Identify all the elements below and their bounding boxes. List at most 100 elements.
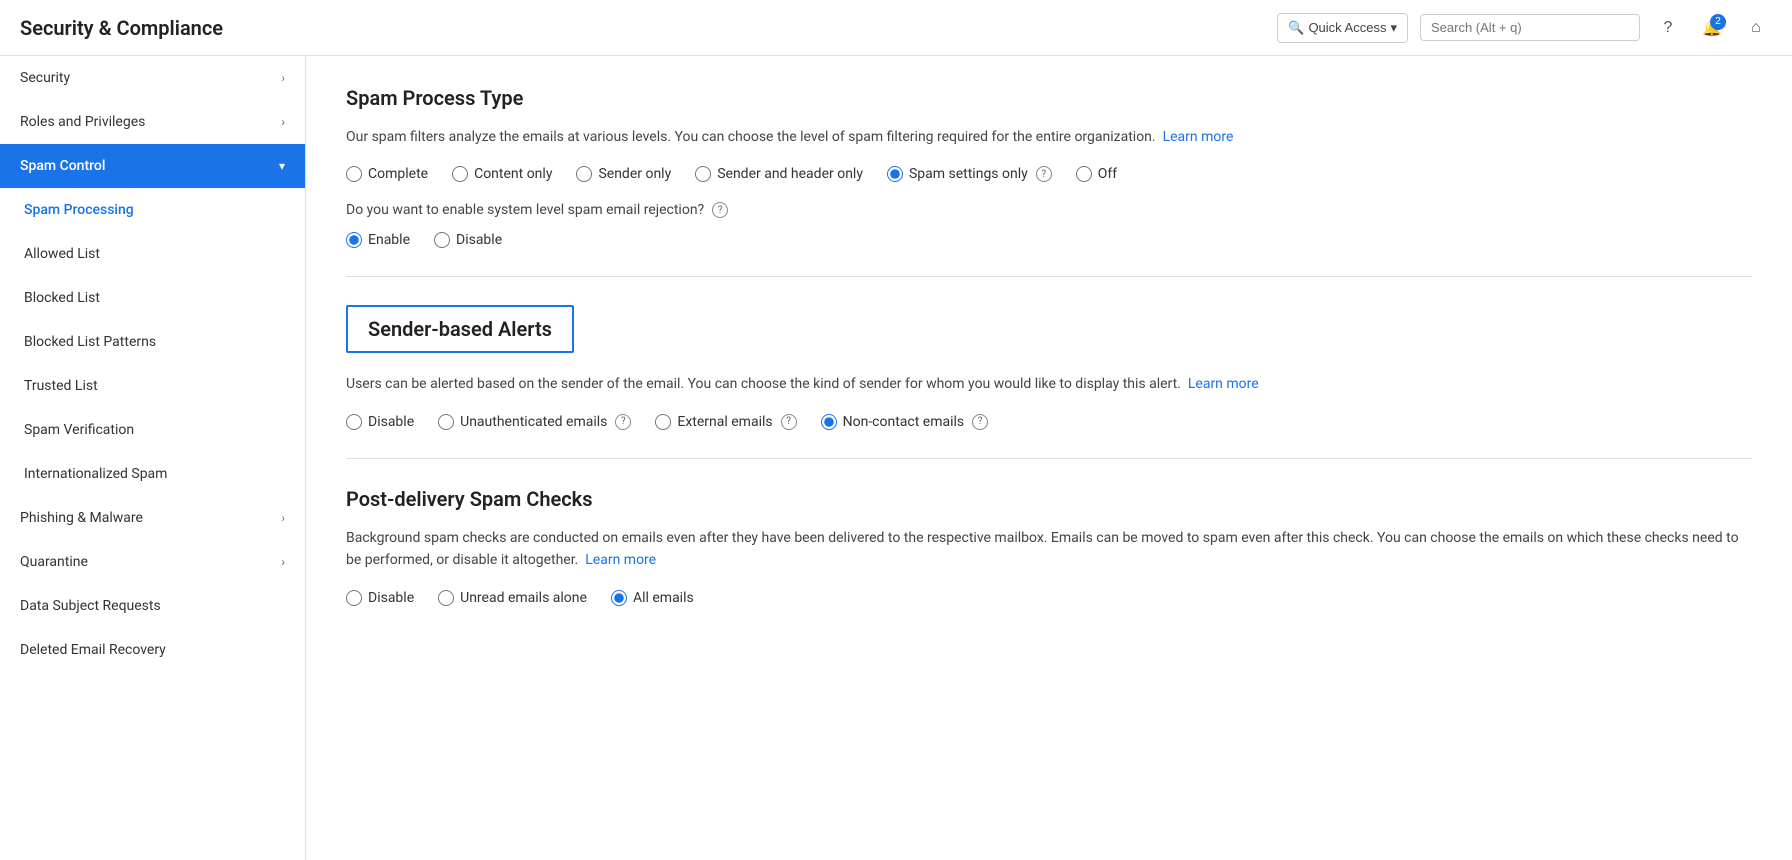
post-delivery-learn-more[interactable]: Learn more xyxy=(585,552,656,568)
topbar: Security & Compliance 🔍 Quick Access ▾ ?… xyxy=(0,0,1792,56)
radio-non-contact-input[interactable] xyxy=(821,414,837,430)
radio-unread-label: Unread emails alone xyxy=(460,590,587,606)
radio-external[interactable]: External emails ? xyxy=(655,414,796,430)
app-title: Security & Compliance xyxy=(20,16,223,40)
radio-content-only[interactable]: Content only xyxy=(452,166,552,182)
sender-alerts-desc: Users can be alerted based on the sender… xyxy=(346,373,1752,395)
radio-complete-input[interactable] xyxy=(346,166,362,182)
radio-off-input[interactable] xyxy=(1076,166,1092,182)
radio-content-only-label: Content only xyxy=(474,166,552,182)
sidebar-item-label: Spam Processing xyxy=(24,202,134,218)
radio-disable-alerts-label: Disable xyxy=(368,414,414,430)
radio-spam-settings[interactable]: Spam settings only ? xyxy=(887,166,1052,182)
radio-unauthenticated[interactable]: Unauthenticated emails ? xyxy=(438,414,631,430)
radio-sender-only[interactable]: Sender only xyxy=(576,166,671,182)
radio-complete-label: Complete xyxy=(368,166,428,182)
post-delivery-section: Post-delivery Spam Checks Background spa… xyxy=(346,487,1752,606)
spam-process-desc: Our spam filters analyze the emails at v… xyxy=(346,126,1752,148)
notification-badge: 2 xyxy=(1710,14,1726,30)
radio-disable-alerts[interactable]: Disable xyxy=(346,414,414,430)
sidebar-item-allowed-list[interactable]: Allowed List xyxy=(0,232,305,276)
post-delivery-options: Disable Unread emails alone All emails xyxy=(346,590,1752,606)
sidebar-item-label: Data Subject Requests xyxy=(20,598,161,614)
sidebar-item-trusted-list[interactable]: Trusted List xyxy=(0,364,305,408)
sidebar-item-phishing[interactable]: Phishing & Malware › xyxy=(0,496,305,540)
sidebar-item-label: Phishing & Malware xyxy=(20,510,143,526)
chevron-right-icon: › xyxy=(281,71,285,85)
radio-complete[interactable]: Complete xyxy=(346,166,428,182)
spam-settings-help-icon[interactable]: ? xyxy=(1036,166,1052,182)
radio-unauthenticated-input[interactable] xyxy=(438,414,454,430)
radio-enable-input[interactable] xyxy=(346,232,362,248)
radio-content-only-input[interactable] xyxy=(452,166,468,182)
topbar-right: 🔍 Quick Access ▾ ? 🔔 2 ⌂ xyxy=(1277,12,1772,44)
sidebar-item-blocked-list[interactable]: Blocked List xyxy=(0,276,305,320)
sidebar-item-security[interactable]: Security › xyxy=(0,56,305,100)
sidebar-item-internationalized-spam[interactable]: Internationalized Spam xyxy=(0,452,305,496)
sidebar-item-label: Trusted List xyxy=(24,378,98,394)
radio-external-input[interactable] xyxy=(655,414,671,430)
search-input[interactable] xyxy=(1431,20,1629,35)
radio-all-emails[interactable]: All emails xyxy=(611,590,694,606)
radio-disable-rej-label: Disable xyxy=(456,232,502,248)
sidebar-item-label: Allowed List xyxy=(24,246,100,262)
spam-process-options: Complete Content only Sender only Sender… xyxy=(346,166,1752,182)
radio-all-emails-input[interactable] xyxy=(611,590,627,606)
radio-disable-alerts-input[interactable] xyxy=(346,414,362,430)
radio-sender-header-label: Sender and header only xyxy=(717,166,863,182)
radio-spam-settings-label: Spam settings only xyxy=(909,166,1028,182)
radio-enable[interactable]: Enable xyxy=(346,232,410,248)
unauthenticated-help-icon[interactable]: ? xyxy=(615,414,631,430)
chevron-down-icon: ▾ xyxy=(279,159,285,173)
sidebar-item-blocked-list-patterns[interactable]: Blocked List Patterns xyxy=(0,320,305,364)
sidebar-item-spam-control[interactable]: Spam Control ▾ xyxy=(0,144,305,188)
non-contact-help-icon[interactable]: ? xyxy=(972,414,988,430)
radio-non-contact[interactable]: Non-contact emails ? xyxy=(821,414,989,430)
radio-off[interactable]: Off xyxy=(1076,166,1117,182)
radio-disable-post-label: Disable xyxy=(368,590,414,606)
spam-process-learn-more[interactable]: Learn more xyxy=(1163,129,1234,145)
chevron-down-icon: ▾ xyxy=(1390,20,1397,36)
radio-disable-post-input[interactable] xyxy=(346,590,362,606)
rejection-help-icon[interactable]: ? xyxy=(712,202,728,218)
radio-sender-header-input[interactable] xyxy=(695,166,711,182)
sidebar: Security › Roles and Privileges › Spam C… xyxy=(0,56,306,860)
search-bar xyxy=(1420,14,1640,41)
sidebar-item-spam-verification[interactable]: Spam Verification xyxy=(0,408,305,452)
home-icon: ⌂ xyxy=(1751,19,1761,37)
sidebar-item-label: Roles and Privileges xyxy=(20,114,145,130)
help-button[interactable]: ? xyxy=(1652,12,1684,44)
sidebar-item-roles[interactable]: Roles and Privileges › xyxy=(0,100,305,144)
spam-process-section: Spam Process Type Our spam filters analy… xyxy=(346,86,1752,248)
sidebar-item-label: Deleted Email Recovery xyxy=(20,642,166,658)
question-icon: ? xyxy=(1664,19,1673,37)
sender-alerts-learn-more[interactable]: Learn more xyxy=(1188,376,1259,392)
radio-disable-rej-input[interactable] xyxy=(434,232,450,248)
radio-spam-settings-input[interactable] xyxy=(887,166,903,182)
post-delivery-title: Post-delivery Spam Checks xyxy=(346,487,1752,511)
radio-non-contact-label: Non-contact emails xyxy=(843,414,965,430)
main-content: Spam Process Type Our spam filters analy… xyxy=(306,56,1792,860)
radio-disable-post[interactable]: Disable xyxy=(346,590,414,606)
sidebar-item-data-subject[interactable]: Data Subject Requests xyxy=(0,584,305,628)
radio-sender-only-input[interactable] xyxy=(576,166,592,182)
sidebar-item-label: Spam Verification xyxy=(24,422,134,438)
sidebar-item-deleted-email[interactable]: Deleted Email Recovery xyxy=(0,628,305,672)
sidebar-item-quarantine[interactable]: Quarantine › xyxy=(0,540,305,584)
radio-disable-rej[interactable]: Disable xyxy=(434,232,502,248)
radio-sender-header[interactable]: Sender and header only xyxy=(695,166,863,182)
sidebar-item-label: Security xyxy=(20,70,70,86)
notifications-button[interactable]: 🔔 2 xyxy=(1696,12,1728,44)
sidebar-item-label: Spam Control xyxy=(20,158,105,174)
external-help-icon[interactable]: ? xyxy=(781,414,797,430)
sidebar-item-label: Internationalized Spam xyxy=(24,466,167,482)
radio-sender-only-label: Sender only xyxy=(598,166,671,182)
layout: Security › Roles and Privileges › Spam C… xyxy=(0,56,1792,860)
quick-access-button[interactable]: 🔍 Quick Access ▾ xyxy=(1277,13,1408,43)
radio-unauthenticated-label: Unauthenticated emails xyxy=(460,414,607,430)
home-button[interactable]: ⌂ xyxy=(1740,12,1772,44)
chevron-right-icon: › xyxy=(281,511,285,525)
sidebar-item-spam-processing[interactable]: Spam Processing xyxy=(0,188,305,232)
radio-unread-input[interactable] xyxy=(438,590,454,606)
radio-unread[interactable]: Unread emails alone xyxy=(438,590,587,606)
